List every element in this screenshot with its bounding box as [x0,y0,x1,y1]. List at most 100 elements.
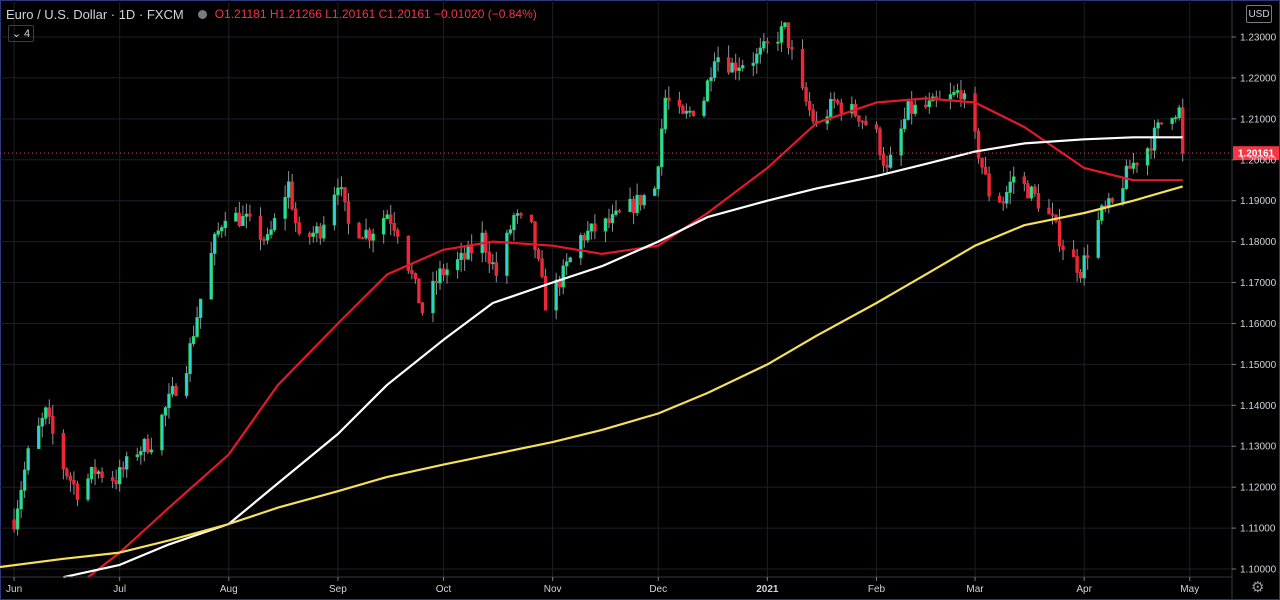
candle-body [110,477,115,482]
candle-body [142,438,147,452]
candle-body [184,373,189,396]
candle-body [927,100,931,108]
indicators-toggle[interactable]: ⌄ 4 [8,25,34,42]
candle-body [705,80,710,102]
candle [12,508,16,533]
candle [480,221,484,263]
candle-body [1071,249,1076,258]
candle [1159,122,1164,126]
candle [779,20,784,52]
candle-body [1050,213,1055,216]
candle [44,406,48,425]
candle-body [980,157,984,168]
candle [593,214,597,240]
price-tick-label: 1.11000 [1240,524,1276,535]
candle [885,155,889,174]
candle-body [89,466,94,480]
candle-body [737,67,741,71]
candle [19,481,23,519]
candle [1050,202,1055,225]
candle-body [241,215,245,227]
candle-body [459,252,463,261]
candle [790,39,794,60]
candle-body [642,195,646,206]
candle-body [389,214,393,224]
candle [1085,244,1090,270]
candle-body [1152,127,1157,151]
candle [533,221,537,259]
time-axis[interactable]: Jun Jul Aug Sep Oct Nov Dec 2021 Feb Mar Apr May [0,576,1232,595]
candle-body [839,102,843,114]
candle-body [160,414,164,451]
candle [878,126,882,160]
gear-icon[interactable]: ⚙ [1251,578,1264,596]
price-tick-label: 1.10000 [1240,565,1277,576]
candle [804,81,808,107]
candle-body [582,235,587,241]
candle [170,376,175,398]
candle [367,227,372,249]
candle-body [857,115,861,122]
candle-body [976,130,981,159]
candle [1061,239,1065,261]
candle [438,260,442,290]
candle-body [1107,198,1111,208]
candle [906,101,910,121]
symbol-title[interactable]: Euro / U.S. Dollar · 1D · FXCM [6,7,184,22]
candle-body [607,218,611,224]
candle-body [315,226,319,234]
candle-body [1012,176,1016,183]
candle [1131,153,1136,174]
candle [677,91,682,114]
candle-body [223,220,227,229]
candle-body [1096,219,1100,258]
candle [385,209,389,220]
candle-body [332,194,337,226]
candle-body [878,128,882,155]
price-tick-label: 1.20000 [1240,155,1277,166]
candle-body [973,93,977,132]
candle [948,82,953,110]
candle-body [1061,245,1065,251]
candle-body [1029,186,1034,199]
candle-body [117,467,122,485]
candle-body [593,223,597,232]
candle-body [790,47,794,50]
candle [1071,240,1076,258]
candles [12,20,1185,536]
candle-body [1156,122,1160,129]
candle-body [438,268,442,284]
candle-body [1181,107,1185,154]
candle [51,405,55,445]
price-tick-label: 1.15000 [1240,360,1277,371]
candle [26,445,30,475]
candle [839,98,843,121]
candle [565,253,569,275]
candle [364,218,368,241]
candle-body [786,22,791,48]
candle [272,213,277,233]
candle-body [167,393,171,409]
candle [360,236,365,240]
price-axis[interactable]: 1.23000 1.22000 1.21000 1.20000 1.19000 1.180… [1231,0,1277,600]
candle [913,98,917,117]
candle-body [410,270,414,274]
candle [874,121,879,133]
candle [184,365,189,399]
candle-body [663,97,667,130]
candle [441,263,446,281]
currency-button[interactable]: USD [1246,5,1272,23]
candle [505,229,509,284]
candle [730,57,734,73]
time-tick-label: Aug [220,584,238,595]
candle-body [216,230,220,235]
candle-body [234,212,238,222]
candle [667,86,671,110]
candle-body [751,62,755,66]
candle-body [653,188,657,196]
candle-body [800,48,805,88]
price-chart[interactable]: 1.20161 1.23000 1.22000 1.21000 1.20000 1.19… [0,0,1280,600]
candle [543,268,548,311]
candle [888,146,893,169]
candle-body [688,110,692,113]
